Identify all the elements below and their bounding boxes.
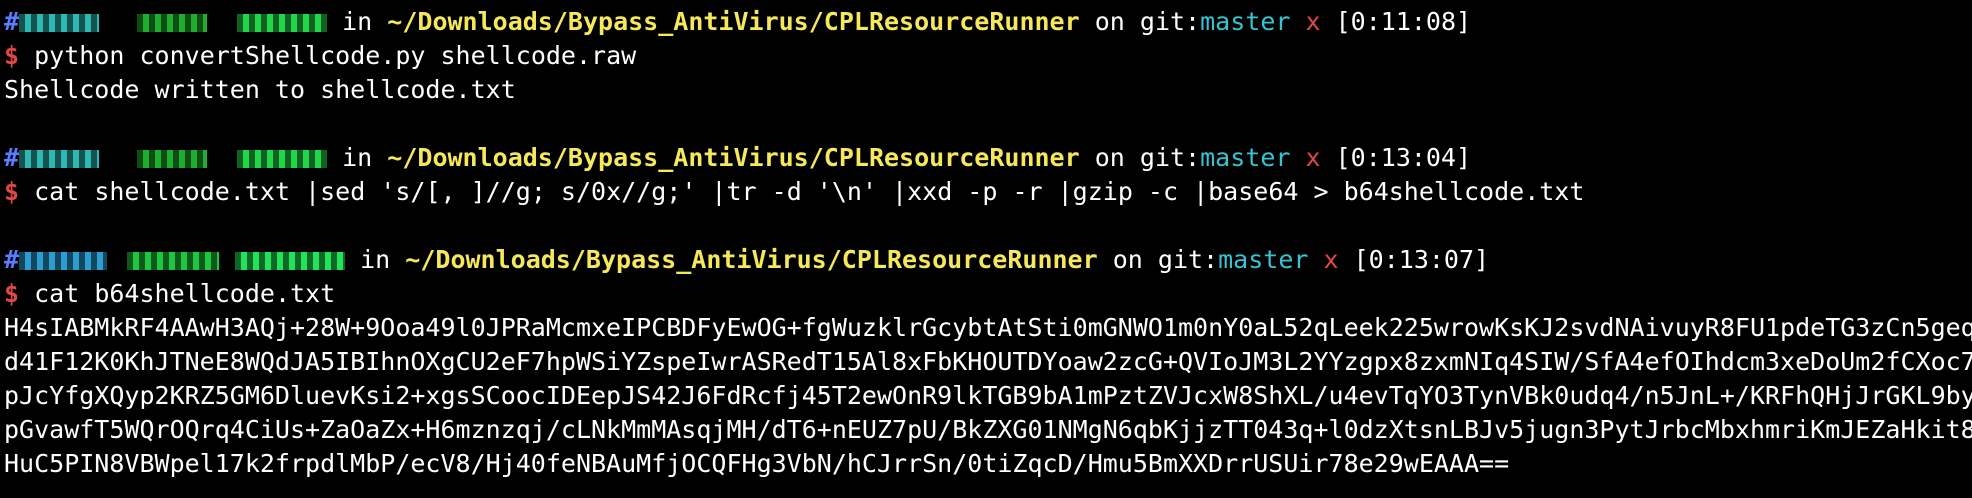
prompt-line: # in ~/Downloads/Bypass_AntiVirus/CPLRes…	[0, 141, 1972, 175]
prompt-branch: master	[1218, 245, 1309, 274]
prompt-in: in	[342, 7, 373, 36]
prompt-dirty-marker: x	[1305, 143, 1321, 172]
redacted-hostname	[237, 150, 328, 168]
redacted-at	[137, 150, 208, 168]
dollar-sign: $	[4, 279, 20, 308]
dollar-sign: $	[4, 41, 20, 70]
prompt-on: on	[1094, 7, 1125, 36]
redacted-at	[127, 252, 220, 270]
output-line: Shellcode written to shellcode.txt	[4, 75, 516, 104]
redacted-at	[137, 14, 208, 32]
prompt-timestamp: [0:13:04]	[1335, 143, 1472, 172]
base64-output-line: d41F12K0KhJTNeE8WQdJA5IBIhnOXgCU2eF7hpWS…	[4, 347, 1972, 376]
prompt-line: # in ~/Downloads/Bypass_AntiVirus/CPLRes…	[0, 243, 1972, 277]
prompt-in: in	[360, 245, 391, 274]
prompt-line: # in ~/Downloads/Bypass_AntiVirus/CPLRes…	[0, 5, 1972, 39]
prompt-timestamp: [0:11:08]	[1335, 7, 1472, 36]
prompt-on: on	[1112, 245, 1143, 274]
base64-output-line: HuC5PIN8VBWpel17k2frpdlMbP/ecV8/Hj40feNB…	[4, 449, 1510, 478]
command-text: python convertShellcode.py shellcode.raw	[34, 41, 637, 70]
command-text: cat shellcode.txt |sed 's/[, ]//g; s/0x/…	[34, 177, 1585, 206]
command-line[interactable]: $ cat b64shellcode.txt	[0, 277, 1972, 311]
prompt-git-label: git:	[1139, 7, 1201, 36]
command-line[interactable]: $ python convertShellcode.py shellcode.r…	[0, 39, 1972, 73]
prompt-path: ~/Downloads/Bypass_AntiVirus/CPLResource…	[405, 245, 1098, 274]
redacted-username	[19, 252, 108, 270]
prompt-hash: #	[4, 245, 20, 274]
prompt-branch: master	[1200, 7, 1291, 36]
redacted-username	[19, 14, 100, 32]
redacted-username	[19, 150, 100, 168]
prompt-dirty-marker: x	[1305, 7, 1321, 36]
prompt-hash: #	[4, 7, 20, 36]
command-text: cat b64shellcode.txt	[34, 279, 336, 308]
prompt-git-label: git:	[1157, 245, 1219, 274]
redacted-hostname	[235, 252, 346, 270]
command-line[interactable]: $ cat shellcode.txt |sed 's/[, ]//g; s/0…	[0, 175, 1972, 209]
prompt-dirty-marker: x	[1323, 245, 1339, 274]
prompt-path: ~/Downloads/Bypass_AntiVirus/CPLResource…	[387, 7, 1080, 36]
prompt-branch: master	[1200, 143, 1291, 172]
dollar-sign: $	[4, 177, 20, 206]
prompt-git-label: git:	[1139, 143, 1201, 172]
prompt-timestamp: [0:13:07]	[1353, 245, 1490, 274]
prompt-in: in	[342, 143, 373, 172]
base64-output-line: pGvawfT5WQrOQrq4CiUs+ZaOaZx+H6mznzqj/cLN…	[4, 415, 1972, 444]
terminal-window[interactable]: # in ~/Downloads/Bypass_AntiVirus/CPLRes…	[0, 0, 1972, 498]
redacted-hostname	[237, 14, 328, 32]
prompt-on: on	[1094, 143, 1125, 172]
prompt-hash: #	[4, 143, 20, 172]
base64-output-line: H4sIABMkRF4AAwH3AQj+28W+9Ooa49l0JPRaMcmx…	[4, 313, 1972, 342]
prompt-path: ~/Downloads/Bypass_AntiVirus/CPLResource…	[387, 143, 1080, 172]
base64-output-line: pJcYfgXQyp2KRZ5GM6DluevKsi2+xgsSCoocIDEe…	[4, 381, 1972, 410]
